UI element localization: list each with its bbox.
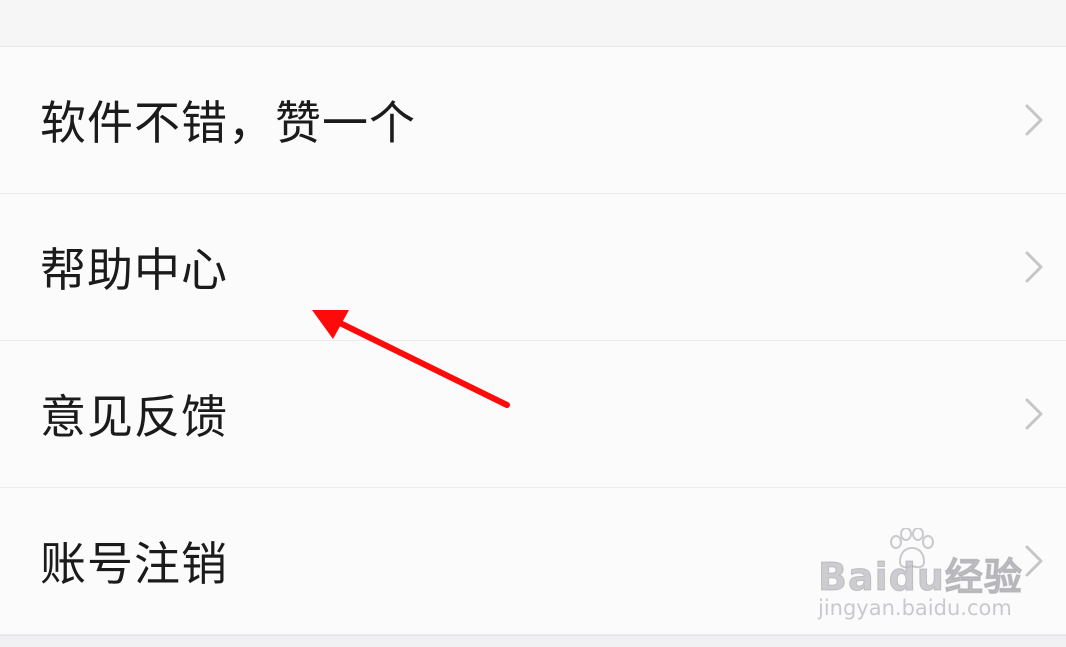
menu-item-feedback[interactable]: 意见反馈 [0,341,1066,488]
menu-item-label: 软件不错，赞一个 [40,96,416,150]
top-header-strip [0,0,1066,47]
watermark-logo-text: Baidu经验 [818,555,1023,600]
chevron-right-icon [1025,104,1043,136]
menu-item-label: 帮助中心 [40,243,228,297]
chevron-right-icon [1025,545,1043,577]
baidu-jingyan-watermark: Baidu经验 jingyan.baidu.com [818,528,1022,628]
menu-item-label: 意见反馈 [40,390,228,444]
chevron-right-icon [1025,251,1043,283]
menu-item-label: 账号注销 [40,537,228,591]
bottom-strip [0,635,1066,647]
chevron-right-icon [1025,398,1043,430]
menu-item-rate-app[interactable]: 软件不错，赞一个 [0,47,1066,194]
watermark-url: jingyan.baidu.com [818,596,1012,620]
menu-item-help-center[interactable]: 帮助中心 [0,194,1066,341]
